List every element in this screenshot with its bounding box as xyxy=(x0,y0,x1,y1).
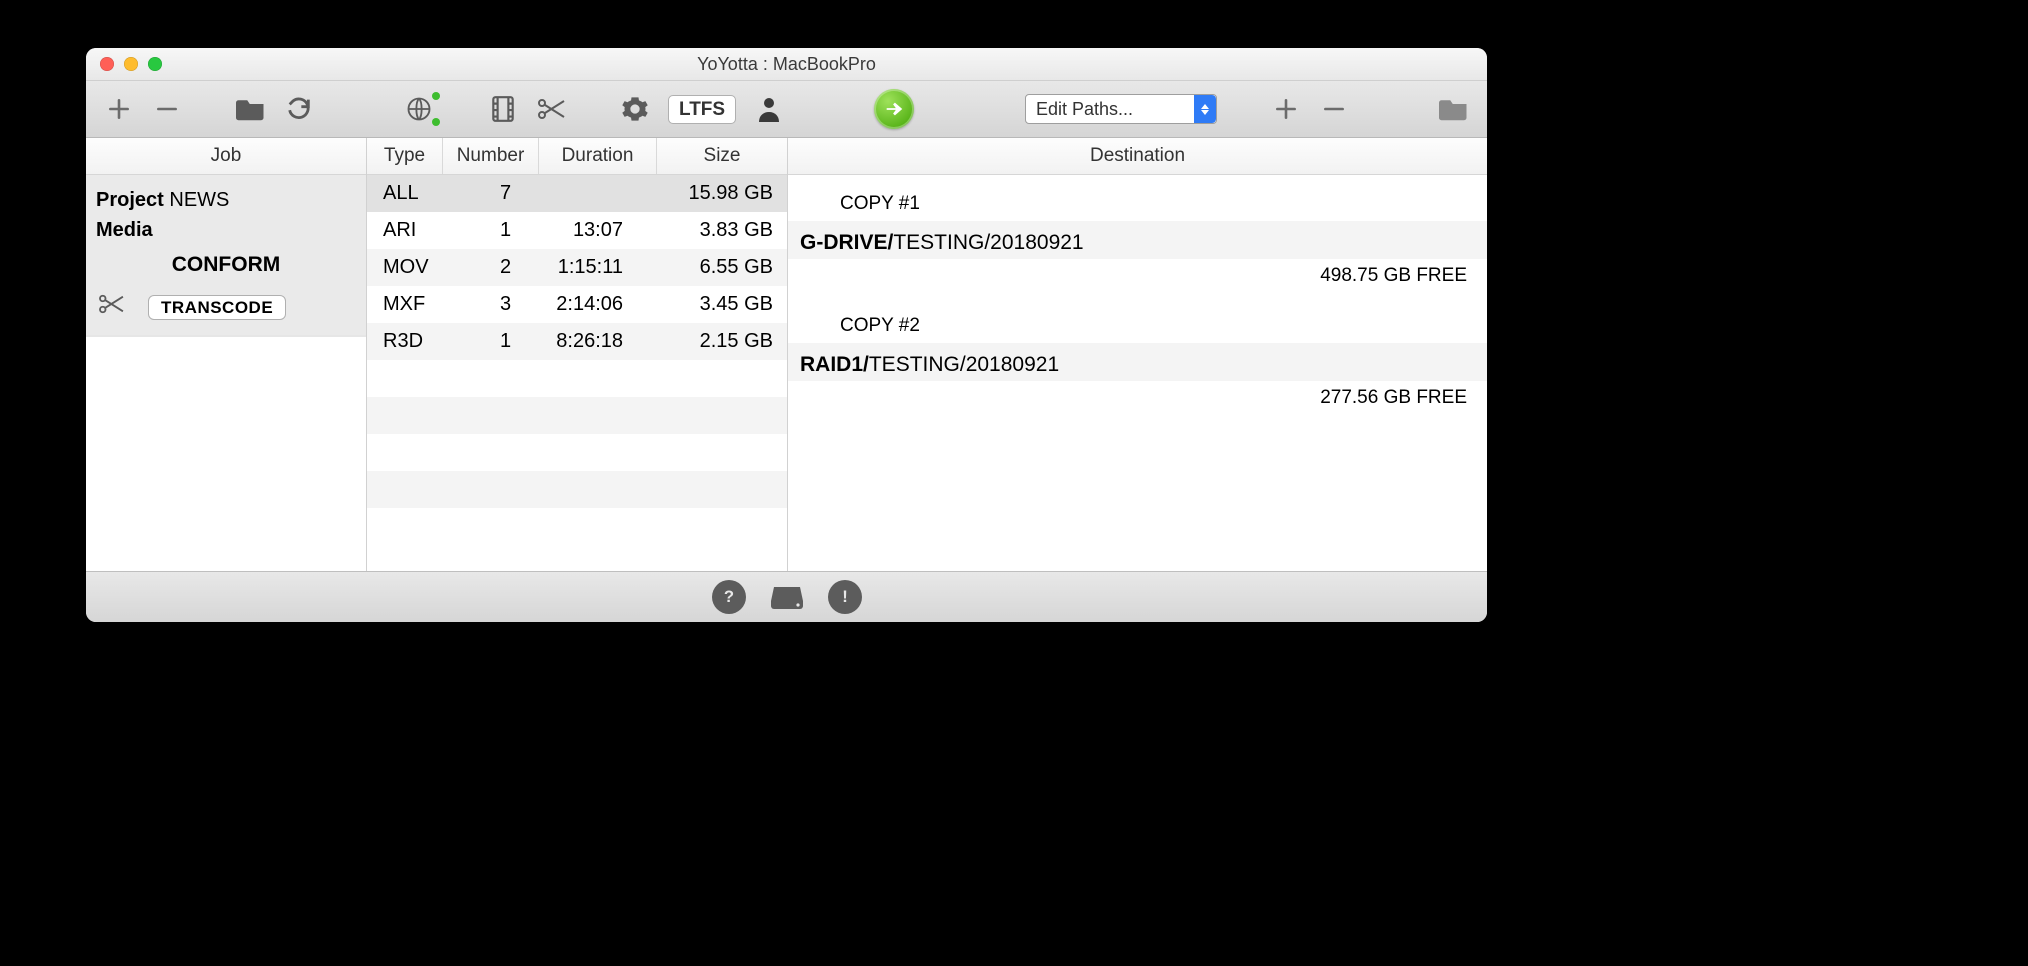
remove-job-button[interactable] xyxy=(152,94,182,124)
type-cell: MXF xyxy=(367,286,458,323)
footer: ? ! xyxy=(86,571,1487,622)
types-header-type[interactable]: Type xyxy=(367,138,442,174)
types-header-row: Type Number Duration Size xyxy=(367,138,787,175)
select-arrows-icon xyxy=(1194,95,1216,123)
number-cell: 7 xyxy=(458,175,553,212)
destination-path[interactable]: RAID1/TESTING/20180921 xyxy=(788,343,1487,381)
destination-column: Destination COPY #1G-DRIVE/TESTING/20180… xyxy=(788,138,1487,571)
transcode-button[interactable]: TRANSCODE xyxy=(148,295,286,320)
type-row[interactable]: MOV21:15:116.55 GB xyxy=(367,249,787,286)
destination-free: 277.56 GB FREE xyxy=(788,381,1487,419)
edit-paths-select[interactable]: Edit Paths... xyxy=(1025,94,1217,124)
size-cell: 6.55 GB xyxy=(643,249,787,286)
type-cell: R3D xyxy=(367,323,458,360)
types-header-size[interactable]: Size xyxy=(656,138,787,174)
add-job-button[interactable] xyxy=(104,94,134,124)
type-cell: MOV xyxy=(367,249,458,286)
gear-icon[interactable] xyxy=(620,94,650,124)
job-header: Job xyxy=(86,138,366,175)
type-row-empty xyxy=(367,471,787,508)
number-cell: 1 xyxy=(458,212,553,249)
job-panel: Project NEWS Media CONFORM TRANSCODE xyxy=(86,175,366,337)
copy-header: COPY #1 xyxy=(788,175,1487,221)
types-header-number[interactable]: Number xyxy=(442,138,538,174)
film-icon[interactable] xyxy=(488,94,518,124)
person-icon[interactable] xyxy=(754,94,784,124)
number-cell: 3 xyxy=(458,286,553,323)
duration-cell: 1:15:11 xyxy=(553,249,643,286)
duration-cell: 8:26:18 xyxy=(553,323,643,360)
destination-body: COPY #1G-DRIVE/TESTING/20180921498.75 GB… xyxy=(788,175,1487,571)
type-row-empty xyxy=(367,360,787,397)
duration-cell xyxy=(553,175,643,212)
project-value: NEWS xyxy=(169,189,229,211)
type-row[interactable]: MXF32:14:063.45 GB xyxy=(367,286,787,323)
help-button[interactable]: ? xyxy=(712,580,746,614)
duration-cell: 2:14:06 xyxy=(553,286,643,323)
size-cell: 15.98 GB xyxy=(643,175,787,212)
type-row-empty xyxy=(367,508,787,545)
job-column: Job Project NEWS Media CONFORM TRANSCODE xyxy=(86,138,367,571)
type-row[interactable]: R3D18:26:182.15 GB xyxy=(367,323,787,360)
type-row-empty xyxy=(367,434,787,471)
type-cell: ARI xyxy=(367,212,458,249)
number-cell: 1 xyxy=(458,323,553,360)
alert-button[interactable]: ! xyxy=(828,580,862,614)
remove-destination-button[interactable] xyxy=(1319,94,1349,124)
window-title: YoYotta : MacBookPro xyxy=(86,54,1487,75)
type-cell: ALL xyxy=(367,175,458,212)
size-cell: 3.83 GB xyxy=(643,212,787,249)
size-cell: 2.15 GB xyxy=(643,323,787,360)
types-header-duration[interactable]: Duration xyxy=(538,138,656,174)
edit-paths-label: Edit Paths... xyxy=(1026,99,1194,120)
destination-header: Destination xyxy=(788,138,1487,175)
job-empty-area xyxy=(86,337,366,571)
scissors-icon[interactable] xyxy=(536,94,566,124)
types-body: ALL715.98 GBARI113:073.83 GBMOV21:15:116… xyxy=(367,175,787,571)
media-label: Media xyxy=(96,219,153,241)
duration-cell: 13:07 xyxy=(553,212,643,249)
types-column: Type Number Duration Size ALL715.98 GBAR… xyxy=(367,138,788,571)
conform-label: CONFORM xyxy=(96,245,356,287)
ltfs-button[interactable]: LTFS xyxy=(668,95,736,124)
project-label: Project xyxy=(96,189,164,211)
type-row-empty xyxy=(367,397,787,434)
toolbar: LTFS Edit Paths... xyxy=(86,81,1487,138)
app-window: YoYotta : MacBookPro xyxy=(86,48,1487,622)
svg-text:?: ? xyxy=(723,587,733,606)
refresh-icon[interactable] xyxy=(284,94,314,124)
titlebar: YoYotta : MacBookPro xyxy=(86,48,1487,81)
scissors-icon xyxy=(96,293,126,321)
destination-free: 498.75 GB FREE xyxy=(788,259,1487,297)
type-row[interactable]: ALL7 15.98 GB xyxy=(367,175,787,212)
destination-folder-icon[interactable] xyxy=(1439,94,1469,124)
size-cell: 3.45 GB xyxy=(643,286,787,323)
number-cell: 2 xyxy=(458,249,553,286)
content-area: Job Project NEWS Media CONFORM TRANSCODE xyxy=(86,138,1487,571)
type-row[interactable]: ARI113:073.83 GB xyxy=(367,212,787,249)
folder-icon[interactable] xyxy=(236,94,266,124)
svg-text:!: ! xyxy=(842,587,848,606)
add-destination-button[interactable] xyxy=(1271,94,1301,124)
destination-path[interactable]: G-DRIVE/TESTING/20180921 xyxy=(788,221,1487,259)
run-button[interactable] xyxy=(874,89,914,129)
network-icon[interactable] xyxy=(404,94,434,124)
copy-header: COPY #2 xyxy=(788,297,1487,343)
disk-icon[interactable] xyxy=(770,580,804,614)
